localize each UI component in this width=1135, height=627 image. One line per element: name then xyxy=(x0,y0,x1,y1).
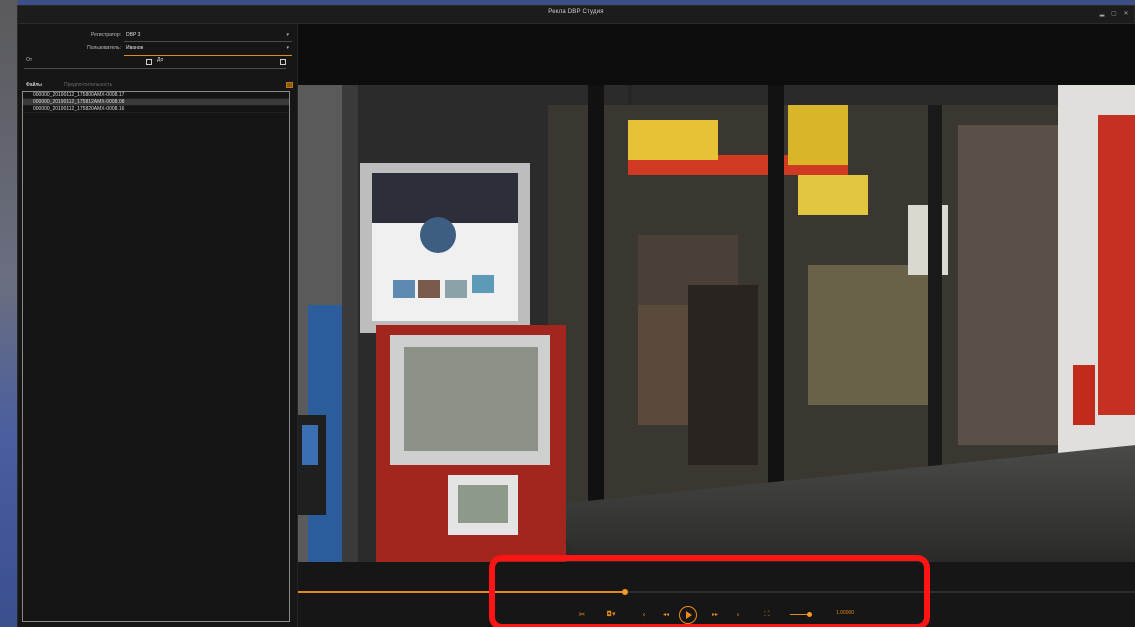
video-frame[interactable] xyxy=(298,85,1135,562)
from-label: От xyxy=(26,57,33,63)
video-image xyxy=(298,85,1135,562)
sidebar: Регистратор: DBP 3 ▾ Пользователь: Ивано… xyxy=(18,24,298,627)
seek-progress xyxy=(298,591,625,593)
fast-forward-icon[interactable]: ▸▸ xyxy=(711,608,719,620)
app-window: Рекла DBP Студия ▂ ▢ ✕ Регистратор: DBP … xyxy=(17,5,1135,627)
seek-bar[interactable] xyxy=(298,589,1135,595)
to-label: До xyxy=(157,57,164,63)
window-controls: ▂ ▢ ✕ xyxy=(1098,9,1130,17)
fullscreen-icon[interactable]: ⛶ xyxy=(761,608,773,620)
speed-slider[interactable] xyxy=(790,612,812,617)
list-item[interactable]: 000000_20190112_175820AMX-0008.16 xyxy=(23,106,289,113)
list-item[interactable]: 000000_20190112_175812AMX-0008.08 xyxy=(23,99,289,106)
control-buttons: ✂ ◘▾ ‹ ◂◂ ▸▸ › ⛶ 1.00000 xyxy=(298,606,1135,624)
user-row[interactable]: Пользователь: Иванов ▾ xyxy=(18,45,297,55)
folder-icon[interactable] xyxy=(286,82,293,88)
tab-files[interactable]: Файлы xyxy=(26,82,42,88)
player-area: ✂ ◘▾ ‹ ◂◂ ▸▸ › ⛶ 1.00000 xyxy=(298,24,1135,627)
rewind-icon[interactable]: ◂◂ xyxy=(662,608,670,620)
chevron-down-icon[interactable]: ▾ xyxy=(286,45,289,51)
step-back-icon[interactable]: ‹ xyxy=(640,608,648,620)
step-forward-icon[interactable]: › xyxy=(734,608,742,620)
calendar-from-icon[interactable] xyxy=(146,59,152,65)
list-item[interactable]: 000000_20190112_175800AMX-0008.17 xyxy=(23,92,289,99)
camera-icon[interactable]: ◘▾ xyxy=(602,608,620,620)
tab-preferences[interactable]: Предпочтительность xyxy=(64,82,112,88)
user-value[interactable]: Иванов xyxy=(126,45,143,51)
play-icon[interactable] xyxy=(679,606,697,624)
calendar-to-icon[interactable] xyxy=(280,59,286,65)
user-label: Пользователь: xyxy=(87,45,121,51)
title-bar: Рекла DBP Студия ▂ ▢ ✕ xyxy=(18,6,1134,24)
file-list[interactable]: 000000_20190112_175800AMX-0008.17 000000… xyxy=(22,91,290,622)
recorder-underline xyxy=(124,41,292,42)
scissors-icon[interactable]: ✂ xyxy=(576,608,588,620)
restore-icon[interactable]: ▢ xyxy=(1110,9,1118,17)
chevron-down-icon[interactable]: ▾ xyxy=(286,32,289,38)
window-title: Рекла DBP Студия xyxy=(548,9,604,15)
sidebar-tabs: Файлы Предпочтительность xyxy=(18,81,297,91)
date-row: От До xyxy=(18,57,297,67)
user-underline xyxy=(124,55,292,56)
close-icon[interactable]: ✕ xyxy=(1122,9,1130,17)
speed-value: 1.00000 xyxy=(836,610,855,616)
date-underline xyxy=(24,68,286,69)
seek-handle[interactable] xyxy=(621,589,628,595)
recorder-value[interactable]: DBP 3 xyxy=(126,32,140,38)
playback-controls: ✂ ◘▾ ‹ ◂◂ ▸▸ › ⛶ 1.00000 xyxy=(298,562,1135,627)
minimize-icon[interactable]: ▂ xyxy=(1098,9,1106,17)
recorder-label: Регистратор: xyxy=(91,32,121,38)
desktop-background xyxy=(0,0,18,627)
